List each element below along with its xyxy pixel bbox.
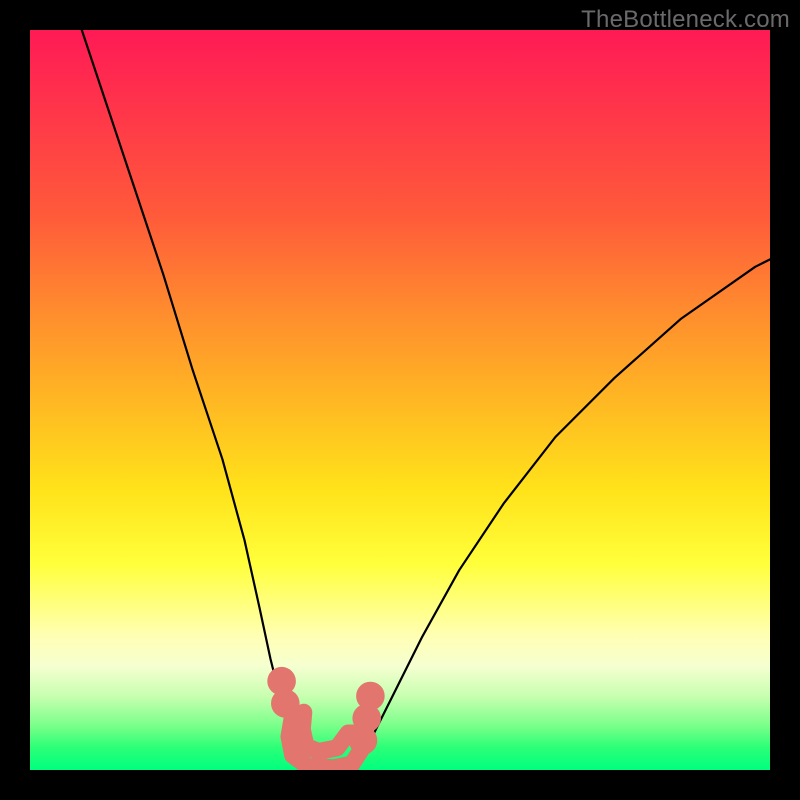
series-group	[82, 30, 770, 770]
plot-area	[30, 30, 770, 770]
series-left-curve	[82, 30, 304, 770]
curve-layer	[30, 30, 770, 770]
chart-frame: TheBottleneck.com	[0, 0, 800, 800]
series-right-curve	[356, 259, 770, 770]
right-dot-lower	[349, 726, 378, 755]
left-dot-lower	[271, 689, 300, 718]
